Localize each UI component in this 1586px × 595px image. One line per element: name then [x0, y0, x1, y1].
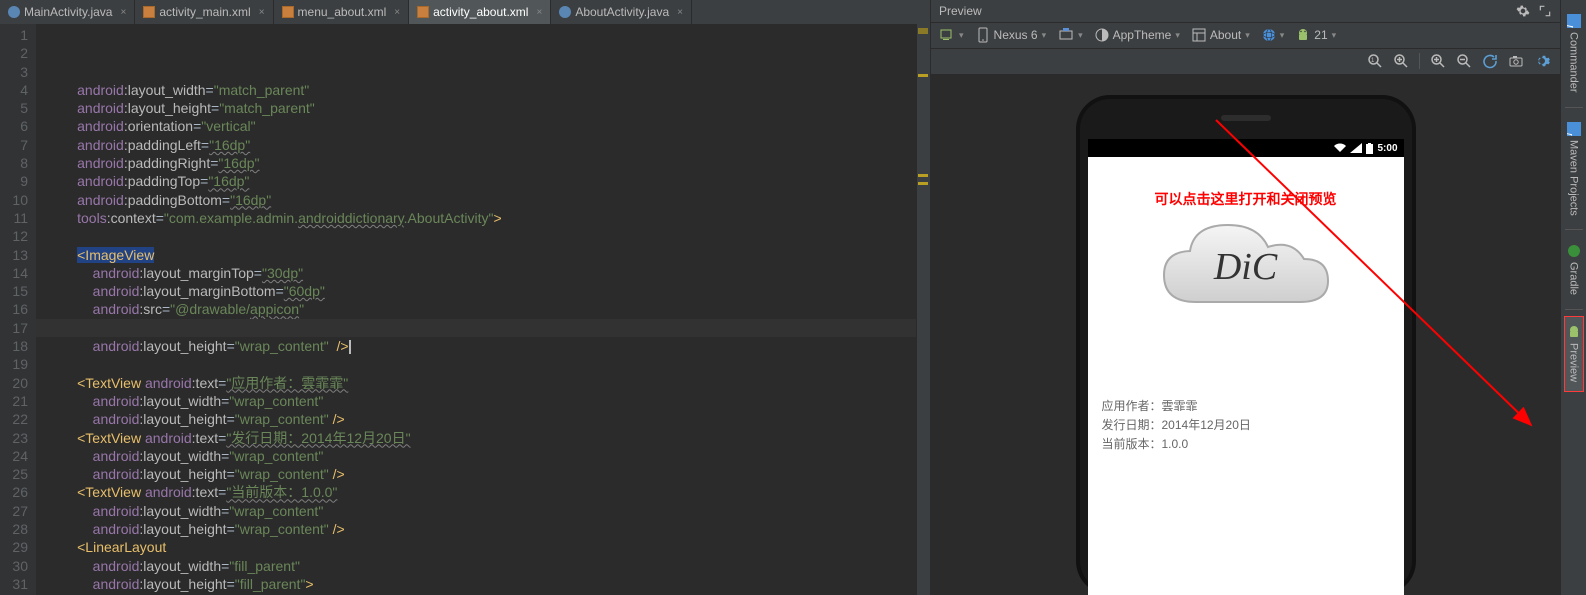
gutter: 1234567891011121314151617181920212223242…: [0, 24, 36, 595]
tab-label: menu_about.xml: [298, 5, 387, 19]
preview-toolbar: ▾ Nexus 6 ▾ ▾ AppTheme ▾ About ▾ ▾ 21: [931, 23, 1560, 49]
commander-tool-button[interactable]: m Commander: [1565, 6, 1583, 101]
layout-selector-label: About: [1210, 28, 1241, 42]
preview-pane: Preview ▾ Nexus 6 ▾ ▾ AppTheme ▾: [930, 0, 1560, 595]
api-selector-label: 21: [1314, 28, 1327, 42]
editor-scrollbar[interactable]: [916, 24, 930, 595]
status-time: 5:00: [1377, 143, 1397, 154]
tab-label: activity_about.xml: [433, 5, 528, 19]
about-date: 发行日期：2014年12月20日: [1102, 416, 1390, 434]
preview-zoom-toolbar: 1: [931, 49, 1560, 75]
preview-tool-button[interactable]: Preview: [1564, 316, 1584, 391]
editor-tab[interactable]: AboutActivity.java ×: [551, 0, 692, 24]
gear-icon[interactable]: [1516, 4, 1530, 18]
about-info: 应用作者：雲霏霏 发行日期：2014年12月20日 当前版本：1.0.0: [1102, 397, 1390, 453]
zoom-in-icon[interactable]: [1430, 53, 1446, 69]
close-icon[interactable]: ×: [536, 7, 542, 18]
layout-selector[interactable]: About ▾: [1192, 28, 1250, 42]
screenshot-icon[interactable]: [1508, 53, 1524, 69]
warn-marker[interactable]: [918, 174, 928, 177]
maven-label: Maven Projects: [1568, 140, 1580, 216]
preview-tool-label: Preview: [1568, 343, 1580, 382]
svg-text:m: m: [1567, 133, 1575, 136]
zoom-fit-icon[interactable]: [1393, 53, 1409, 69]
app-logo-text: DiC: [1146, 207, 1346, 327]
wifi-icon: [1334, 143, 1346, 153]
svg-text:1: 1: [1371, 58, 1375, 64]
zoom-out-icon[interactable]: [1456, 53, 1472, 69]
right-tool-strip: m Commander m Maven Projects Gradle Prev…: [1560, 0, 1586, 595]
editor-tab[interactable]: menu_about.xml ×: [274, 0, 410, 24]
theme-selector[interactable]: AppTheme ▾: [1095, 28, 1180, 42]
close-icon[interactable]: ×: [394, 7, 400, 18]
java-file-icon: [8, 6, 20, 18]
device-preview: 5:00 可以点击这里打开和关闭预览 DiC 应用作者：雲霏霏 发行日期：201…: [1076, 95, 1416, 595]
minimize-icon[interactable]: [1538, 4, 1552, 18]
close-icon[interactable]: ×: [259, 7, 265, 18]
tab-label: activity_main.xml: [159, 5, 250, 19]
close-icon[interactable]: ×: [120, 7, 126, 18]
render-config-icon[interactable]: ▾: [939, 27, 964, 43]
api-selector[interactable]: 21 ▾: [1296, 28, 1336, 42]
tab-label: AboutActivity.java: [575, 5, 669, 19]
orientation-icon[interactable]: ▾: [1058, 27, 1083, 43]
refresh-icon[interactable]: [1482, 53, 1498, 69]
preview-header: Preview: [931, 0, 1560, 23]
warn-marker[interactable]: [918, 182, 928, 185]
warn-marker[interactable]: [918, 74, 928, 77]
tab-label: MainActivity.java: [24, 5, 112, 19]
commander-label: Commander: [1568, 32, 1580, 93]
locale-selector[interactable]: ▾: [1262, 28, 1285, 42]
xml-file-icon: [143, 6, 155, 18]
gradle-label: Gradle: [1568, 262, 1580, 295]
preview-title: Preview: [939, 4, 982, 18]
settings-icon[interactable]: [1534, 53, 1550, 69]
maven-tool-button[interactable]: m Maven Projects: [1565, 114, 1583, 224]
device-selector[interactable]: Nexus 6 ▾: [976, 27, 1047, 43]
editor-tab[interactable]: MainActivity.java ×: [0, 0, 135, 24]
editor-tab[interactable]: activity_main.xml ×: [135, 0, 273, 24]
java-file-icon: [559, 6, 571, 18]
status-bar: 5:00: [1088, 139, 1404, 157]
theme-selector-label: AppTheme: [1113, 28, 1172, 42]
close-icon[interactable]: ×: [677, 7, 683, 18]
xml-file-icon: [282, 6, 294, 18]
editor-area: MainActivity.java×activity_main.xml×menu…: [0, 0, 930, 595]
xml-file-icon: [417, 6, 429, 18]
about-author: 应用作者：雲霏霏: [1102, 397, 1390, 415]
battery-icon: [1366, 143, 1373, 154]
zoom-actual-icon[interactable]: 1: [1367, 53, 1383, 69]
editor-tab[interactable]: activity_about.xml ×: [409, 0, 551, 24]
warn-marker[interactable]: [918, 28, 928, 34]
about-version: 当前版本：1.0.0: [1102, 435, 1390, 453]
code-editor[interactable]: android:layout_width="match_parent" andr…: [36, 24, 916, 595]
app-logo-icon: DiC: [1146, 207, 1346, 327]
device-selector-label: Nexus 6: [994, 28, 1038, 42]
svg-text:m: m: [1567, 25, 1576, 28]
annotation-text: 可以点击这里打开和关闭预览: [1155, 189, 1337, 209]
preview-stage: 5:00 可以点击这里打开和关闭预览 DiC 应用作者：雲霏霏 发行日期：201…: [931, 75, 1560, 595]
gradle-tool-button[interactable]: Gradle: [1565, 236, 1583, 303]
editor-tabs: MainActivity.java×activity_main.xml×menu…: [0, 0, 930, 24]
signal-icon: [1350, 143, 1362, 153]
